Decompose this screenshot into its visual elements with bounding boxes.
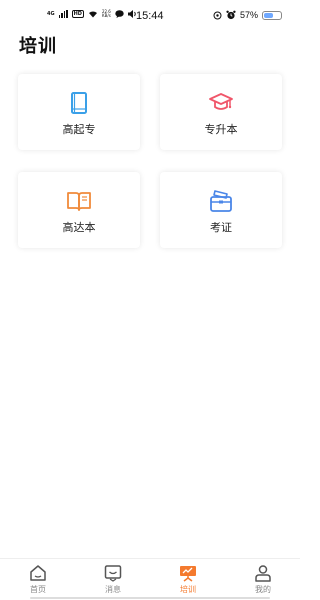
home-icon [30,565,46,581]
open-book-icon [67,192,91,211]
status-left: 4G HD 22.6 KB/s [47,10,137,18]
nav-item-profile[interactable]: 我的 [243,564,283,595]
nav-label: 消息 [105,585,121,594]
bottom-nav: 首页 消息 培训 我的 [0,558,300,600]
card-label: 高起专 [62,123,96,136]
card-kaozheng[interactable]: 考证 [160,172,282,248]
status-right: 57% [213,10,282,20]
book-icon [71,92,87,114]
card-zhuanshengben[interactable]: 专升本 [160,74,282,150]
training-board-icon [180,566,196,582]
nav-item-training[interactable]: 培训 [168,564,208,595]
network-type: 4G [47,10,55,17]
clock: 15:44 [136,10,164,22]
page-title: 培训 [19,36,57,57]
card-label: 专升本 [204,123,238,136]
card-label: 考证 [210,221,232,234]
card-gaoqizhuan[interactable]: 高起专 [18,74,140,150]
card-label: 高达本 [62,221,96,234]
network-speed-unit: KB/s [101,13,111,18]
battery-icon [262,10,282,20]
graduation-cap-icon [209,93,233,110]
nav-label: 我的 [255,585,271,594]
alarm-icon [226,10,236,20]
nav-item-home[interactable]: 首页 [18,564,58,595]
battery-fill [264,12,274,18]
hd-badge: HD [71,10,84,18]
location-icon [213,11,222,19]
signal-icon [58,10,68,18]
nav-item-messages[interactable]: 消息 [93,564,133,595]
status-bar: 4G HD 22.6 KB/s 15:44 57% [0,0,300,30]
certificate-folder-icon [210,190,232,212]
message-icon [104,565,122,582]
network-speed: 22.6 KB/s [102,10,111,18]
nav-label: 培训 [180,585,196,594]
card-gaodaben[interactable]: 高达本 [18,172,140,248]
user-icon [255,565,271,582]
battery-percent: 57% [239,10,258,20]
wifi-icon [88,11,97,18]
home-indicator [30,597,270,599]
chat-bubble-icon [115,10,124,18]
nav-label: 首页 [30,585,46,594]
